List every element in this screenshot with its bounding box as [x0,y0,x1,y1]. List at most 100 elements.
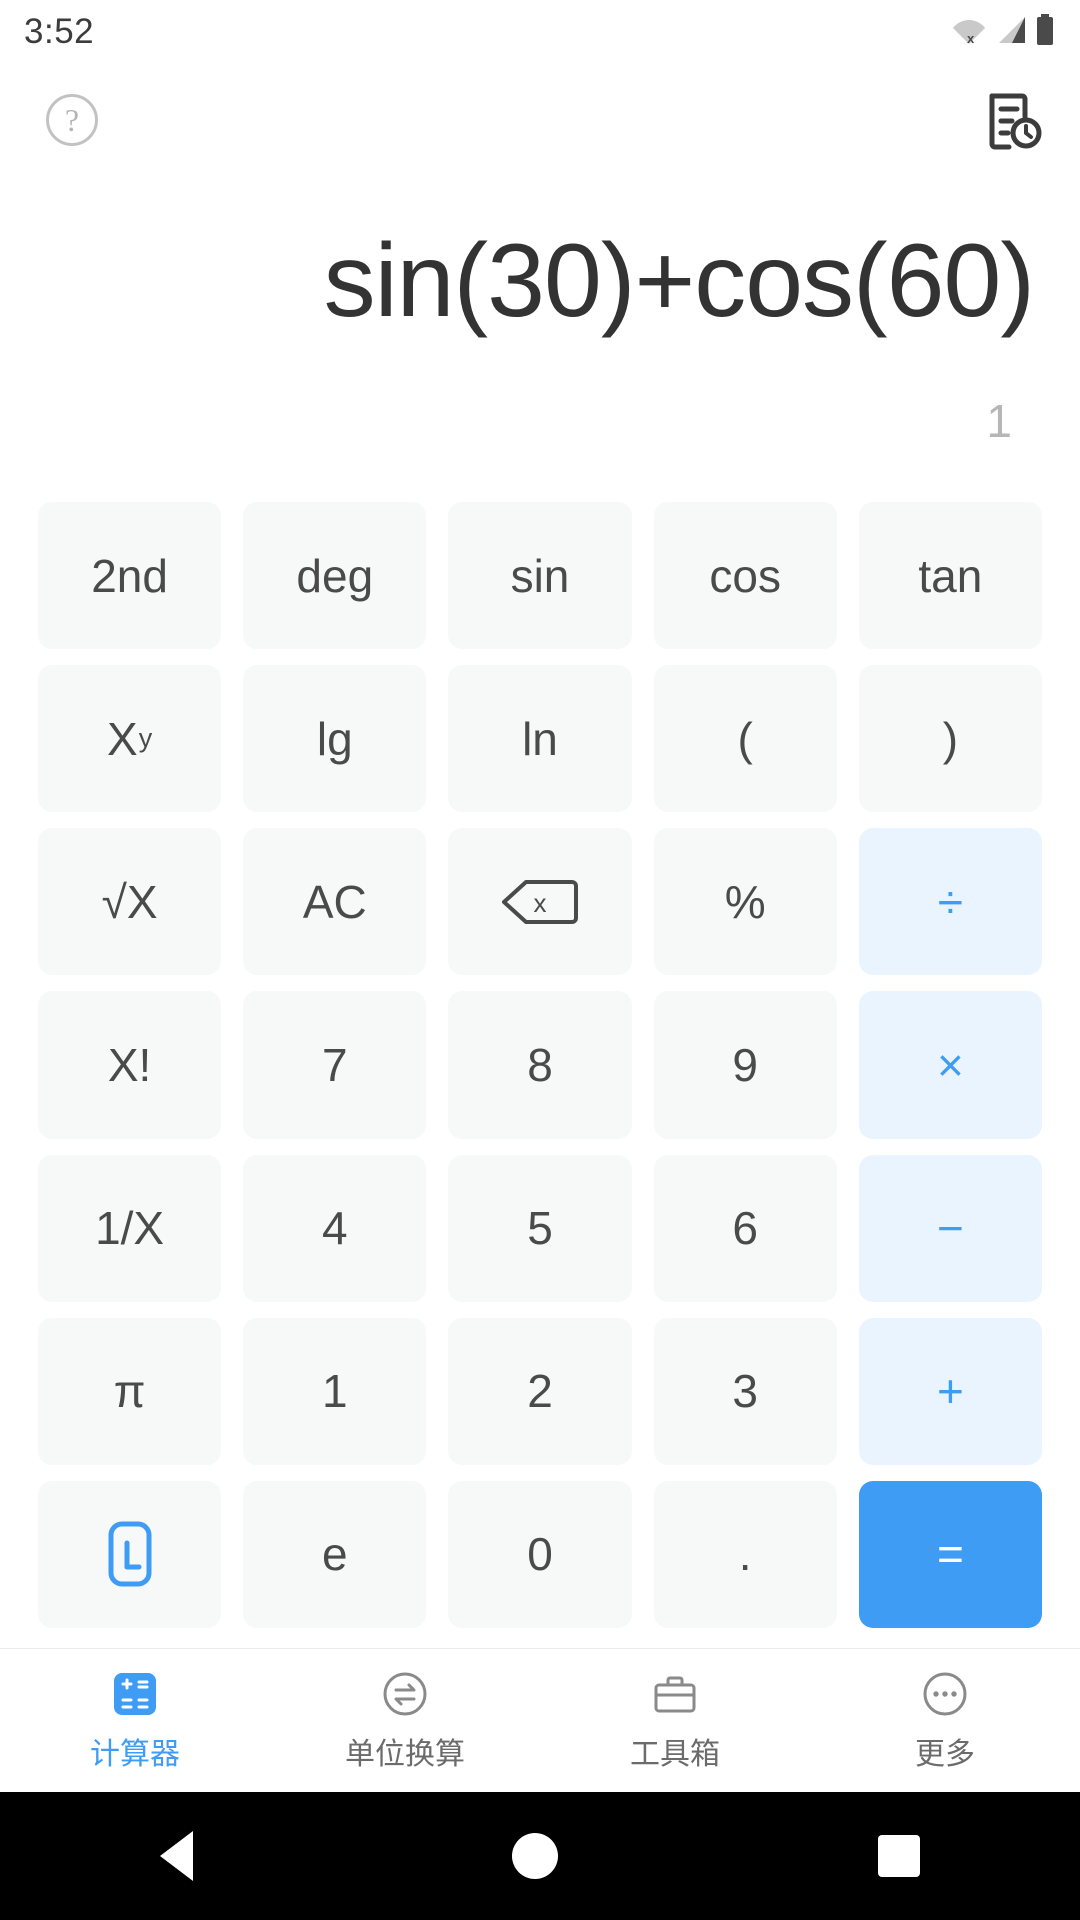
key-pi[interactable]: π [38,1317,222,1465]
key-sin[interactable]: sin [448,502,632,650]
keypad: 2nd deg sin cos tan Xy lg ln ( ) √X AC x… [0,494,1080,1648]
key-2[interactable]: 2 [448,1317,632,1465]
key-label: 9 [732,1038,758,1091]
key-label: + [936,1365,964,1418]
nav-label: 单位换算 [345,1738,465,1771]
nav-label: 计算器 [90,1738,180,1771]
result-text: 1 [986,395,1012,447]
key-label: deg [296,549,374,602]
home-circle-icon[interactable] [512,1833,559,1879]
key-lg[interactable]: lg [243,665,427,813]
key-label: tan [918,549,983,602]
calculator-icon [110,1668,160,1720]
app-bar: ? [0,64,1080,176]
key-close-paren[interactable]: ) [858,665,1042,813]
toolbox-icon [650,1668,700,1720]
key-all-clear[interactable]: AC [243,828,427,976]
key-1[interactable]: 1 [243,1317,427,1465]
nav-calculator[interactable]: 计算器 [0,1668,270,1773]
key-8[interactable]: 8 [448,991,632,1139]
cellular-signal-icon [995,15,1027,50]
key-label: 7 [321,1038,348,1091]
more-dots-icon [920,1668,970,1720]
key-tan[interactable]: tan [858,502,1042,650]
key-equals[interactable]: = [858,1480,1042,1628]
key-label: 3 [732,1365,758,1418]
key-second[interactable]: 2nd [38,502,222,650]
key-label: ( [737,712,753,765]
key-9[interactable]: 9 [653,991,837,1139]
key-e[interactable]: e [243,1480,427,1628]
key-label: π [113,1365,146,1418]
key-open-paren[interactable]: ( [653,665,837,813]
key-sqrt[interactable]: √X [38,828,222,976]
nav-more[interactable]: 更多 [810,1668,1080,1773]
key-label: 4 [321,1202,348,1255]
key-ln[interactable]: ln [448,665,632,813]
key-multiply[interactable]: × [858,991,1042,1139]
key-reciprocal[interactable]: 1/X [38,1154,222,1302]
key-factorial[interactable]: X! [38,991,222,1139]
key-label: 5 [527,1202,553,1255]
key-label: X [107,712,138,765]
key-label: √X [101,875,158,928]
key-6[interactable]: 6 [653,1154,837,1302]
key-label: . [738,1528,752,1581]
key-collapse[interactable] [38,1480,222,1628]
result-row: 1 [46,386,1034,456]
svg-text:x: x [967,31,975,45]
key-backspace[interactable]: x [448,828,632,976]
key-divide[interactable]: ÷ [858,828,1042,976]
help-btn-label: ? [64,102,80,138]
key-label: − [936,1202,964,1255]
key-3[interactable]: 3 [653,1317,837,1465]
key-label: 0 [527,1528,553,1581]
key-0[interactable]: 0 [448,1480,632,1628]
expression-row[interactable]: sin(30)+cos(60) [46,176,1034,386]
bottom-navigation: 计算器 单位换算 工具箱 更多 [0,1648,1080,1792]
key-label: lg [316,712,353,765]
key-percent[interactable]: % [653,828,837,976]
key-cos[interactable]: cos [653,502,837,650]
backspace-icon: x [501,878,578,926]
nav-toolbox[interactable]: 工具箱 [540,1668,810,1773]
key-label: AC [302,875,367,928]
status-bar: 3:52 x [0,0,1080,64]
key-label: ln [522,712,558,765]
key-label-superscript: y [138,723,153,754]
help-circle-icon[interactable]: ? [46,94,98,146]
svg-text:x: x [533,888,546,918]
key-label: × [936,1038,964,1091]
status-bar-icons: x [952,13,1054,51]
key-label: 1/X [95,1202,165,1255]
key-label: X! [107,1038,152,1091]
nav-label: 工具箱 [630,1738,720,1771]
expression-text: sin(30)+cos(60) [323,222,1034,339]
key-label: sin [510,549,570,602]
calculator-app-screen: 3:52 x ? sin(30)+cos(60) 1 2nd deg sin c… [0,0,1080,1920]
unit-convert-icon [380,1668,430,1720]
key-label: ÷ [937,875,964,928]
key-4[interactable]: 4 [243,1154,427,1302]
key-label: ) [942,712,959,765]
status-bar-time: 3:52 [24,12,95,51]
battery-full-icon [1036,13,1054,51]
key-minus[interactable]: − [858,1154,1042,1302]
recents-square-icon[interactable] [878,1835,921,1877]
back-triangle-icon[interactable] [159,1831,193,1881]
wifi-off-icon: x [952,15,986,50]
key-label: 2 [527,1365,553,1418]
key-label: 2nd [91,549,168,602]
key-decimal[interactable]: . [653,1480,837,1628]
key-5[interactable]: 5 [448,1154,632,1302]
key-7[interactable]: 7 [243,991,427,1139]
nav-unit-convert[interactable]: 单位换算 [270,1668,540,1773]
key-deg[interactable]: deg [243,502,427,650]
key-power[interactable]: Xy [38,665,222,813]
history-list-icon[interactable] [982,89,1044,151]
key-label: = [936,1528,964,1581]
key-label: 8 [527,1038,553,1091]
collapse-keypad-icon [100,1519,160,1589]
nav-label: 更多 [915,1738,975,1771]
key-plus[interactable]: + [858,1317,1042,1465]
